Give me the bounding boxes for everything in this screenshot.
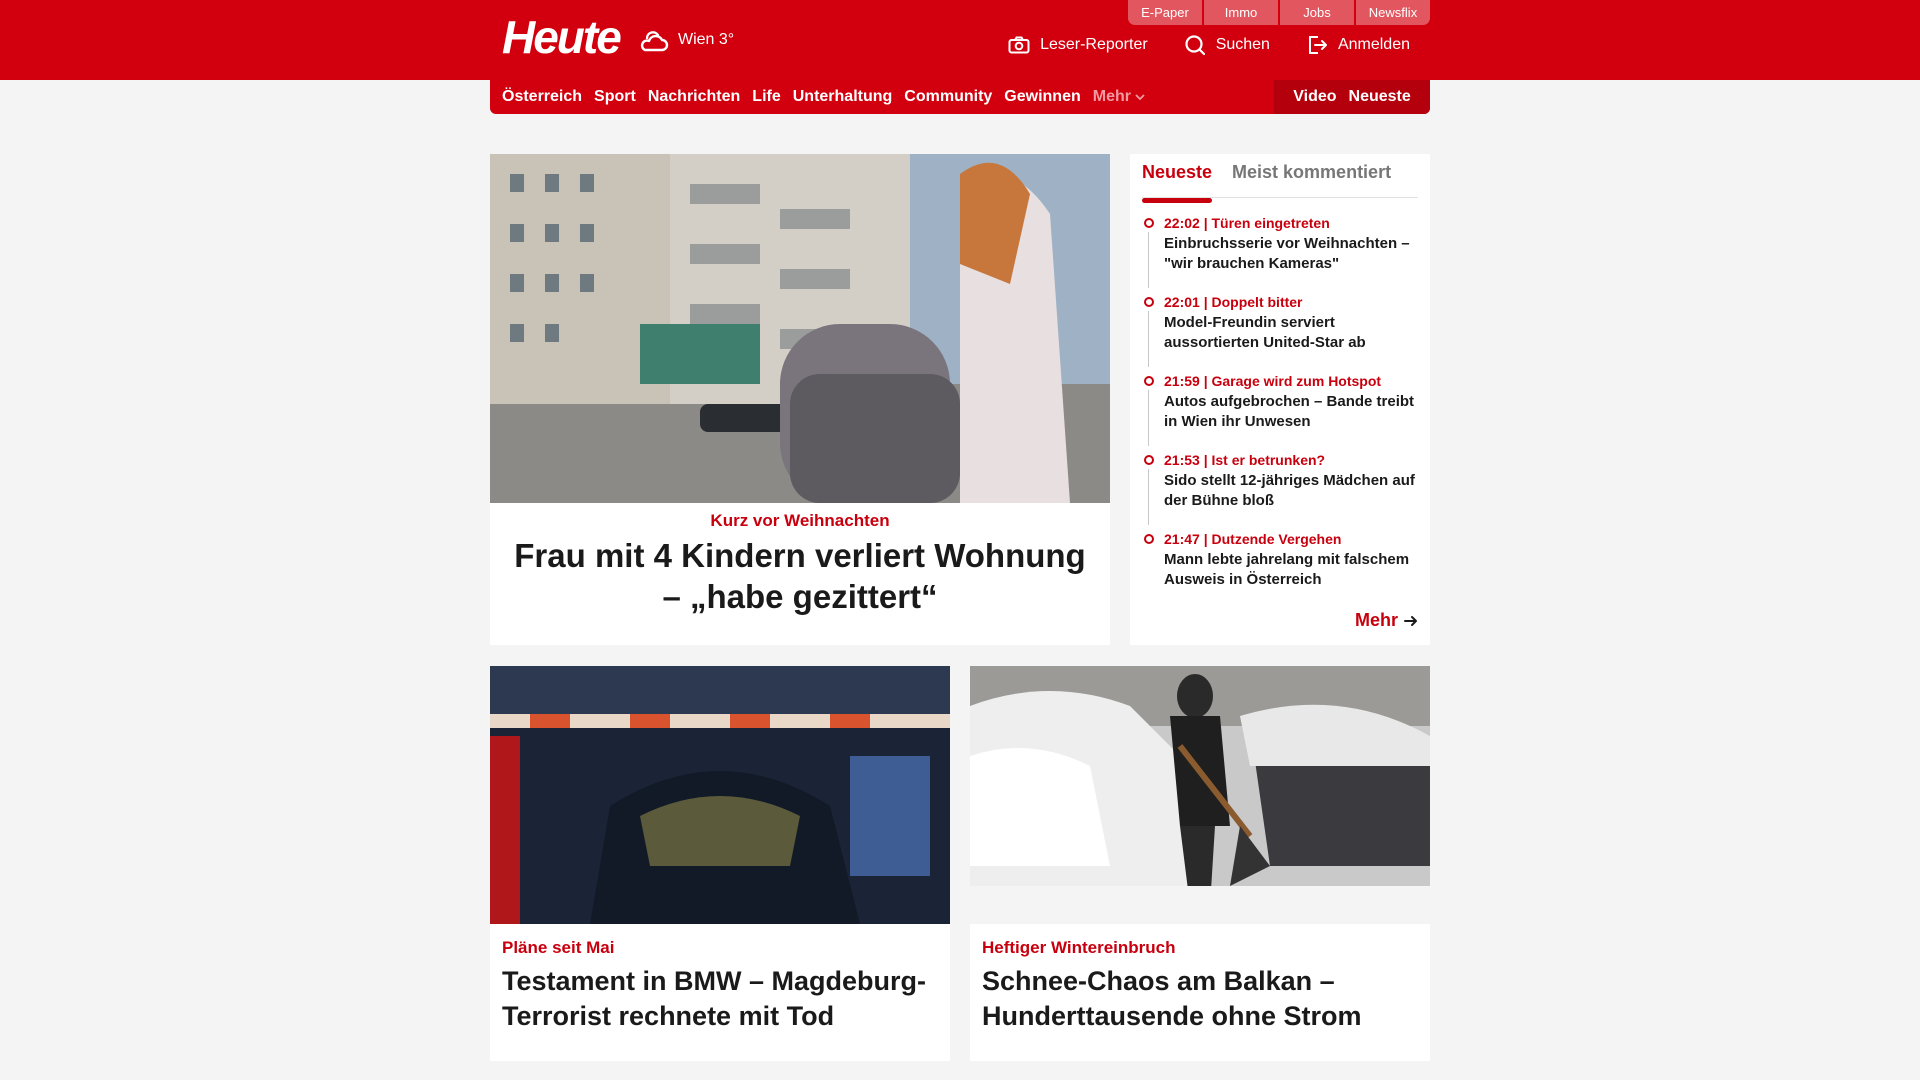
login-button[interactable]: Anmelden: [1306, 34, 1410, 56]
header: Heute Wien 3° E-Paper Immo Jobs Newsflix…: [490, 0, 1430, 80]
nav-item-oesterreich[interactable]: Österreich: [502, 88, 582, 106]
cloud-sun-icon: [640, 31, 669, 52]
article-card[interactable]: Heftiger Wintereinbruch Schnee-Chaos am …: [970, 666, 1430, 1061]
tab-neueste[interactable]: Neueste: [1142, 162, 1213, 203]
arrow-right-icon: [1404, 615, 1417, 626]
card-kicker: Heftiger Wintereinbruch: [982, 938, 1176, 957]
list-item[interactable]: 21:59 | Garage wird zum Hotspot Autos au…: [1142, 372, 1418, 451]
camera-icon: [1008, 36, 1030, 54]
timeline-line: [1148, 390, 1149, 446]
weather-text: Wien 3°: [678, 31, 735, 48]
timeline-line: [1148, 469, 1149, 525]
nav-right-group: Video Neueste: [1274, 80, 1430, 114]
search-button[interactable]: Suchen: [1184, 34, 1270, 56]
utility-link-jobs[interactable]: Jobs: [1280, 0, 1354, 25]
list-item[interactable]: 22:01 | Doppelt bitter Model-Freundin se…: [1142, 293, 1418, 372]
feed-meta: 22:02 | Türen eingetreten: [1164, 215, 1330, 231]
timeline-dot: [1144, 376, 1154, 386]
utility-link-newsflix[interactable]: Newsflix: [1356, 0, 1430, 25]
timeline-line: [1148, 232, 1149, 288]
nav-more-menu[interactable]: Mehr: [1093, 88, 1145, 106]
news-feed: 22:02 | Türen eingetreten Einbruchsserie…: [1142, 214, 1418, 609]
feed-meta: 21:53 | Ist er betrunken?: [1164, 452, 1326, 468]
site-logo[interactable]: Heute: [502, 14, 622, 60]
nav-more-label: Mehr: [1092, 88, 1131, 105]
header-actions: Leser-Reporter Suchen Anmelden: [1008, 34, 1410, 56]
hero-image[interactable]: [490, 154, 1110, 503]
chevron-down-icon: [1135, 94, 1145, 101]
nav-item-community[interactable]: Community: [904, 88, 992, 106]
nav-item-nachrichten[interactable]: Nachrichten: [648, 88, 740, 106]
timeline-dot: [1144, 297, 1154, 307]
login-icon: [1308, 36, 1327, 54]
nav-item-sport[interactable]: Sport: [594, 88, 636, 106]
feed-title[interactable]: Mann lebte jahrelang mit falschem Auswei…: [1164, 550, 1418, 590]
nav-item-life[interactable]: Life: [752, 88, 780, 106]
feed-meta: 22:01 | Doppelt bitter: [1164, 294, 1303, 310]
nav-item-gewinnen[interactable]: Gewinnen: [1004, 88, 1080, 106]
hero-title[interactable]: Frau mit 4 Kindern verliert Wohnung – „h…: [504, 535, 1096, 617]
timeline-line: [1148, 311, 1149, 367]
search-icon: [1185, 35, 1205, 56]
list-item[interactable]: 21:47 | Dutzende Vergehen Mann lebte jah…: [1142, 530, 1418, 609]
list-item[interactable]: 21:53 | Ist er betrunken? Sido stellt 12…: [1142, 451, 1418, 530]
nav-item-unterhaltung[interactable]: Unterhaltung: [793, 88, 893, 106]
card-image-bmw[interactable]: [490, 666, 950, 924]
feed-meta: 21:47 | Dutzende Vergehen: [1164, 531, 1342, 547]
card-kicker: Pläne seit Mai: [502, 938, 615, 957]
feed-title[interactable]: Einbruchsserie vor Weihnachten – "wir br…: [1164, 234, 1418, 274]
latest-news-sidebar: Neueste Meist kommentiert 22:02 | Türen …: [1130, 154, 1430, 645]
main-nav: Österreich Sport Nachrichten Life Unterh…: [490, 80, 1430, 114]
login-label: Anmelden: [1337, 36, 1410, 53]
card-title[interactable]: Schnee-Chaos am Balkan – Hunderttausende…: [982, 964, 1418, 1034]
utility-links: E-Paper Immo Jobs Newsflix: [1128, 0, 1430, 25]
feed-title[interactable]: Sido stellt 12-jähriges Mädchen auf der …: [1164, 471, 1418, 511]
hero-kicker: Kurz vor Weihnachten: [710, 511, 890, 530]
tab-meist-kommentiert[interactable]: Meist kommentiert: [1232, 162, 1391, 197]
card-title[interactable]: Testament in BMW – Magdeburg-Terrorist r…: [502, 964, 938, 1034]
hero-article[interactable]: Kurz vor Weihnachten Frau mit 4 Kindern …: [490, 154, 1110, 645]
sidebar-more-link[interactable]: Mehr: [1355, 610, 1418, 631]
nav-item-neueste[interactable]: Neueste: [1349, 88, 1411, 106]
weather-widget[interactable]: Wien 3°: [638, 26, 734, 54]
article-card[interactable]: Pläne seit Mai Testament in BMW – Magdeb…: [490, 666, 950, 1061]
feed-title[interactable]: Model-Freundin serviert aussortierten Un…: [1164, 313, 1418, 353]
utility-link-epaper[interactable]: E-Paper: [1128, 0, 1202, 25]
leser-reporter-button[interactable]: Leser-Reporter: [1008, 34, 1148, 56]
sidebar-tabs: Neueste Meist kommentiert: [1142, 154, 1418, 203]
feed-meta: 21:59 | Garage wird zum Hotspot: [1164, 373, 1382, 389]
timeline-dot: [1144, 455, 1154, 465]
list-item[interactable]: 22:02 | Türen eingetreten Einbruchsserie…: [1142, 214, 1418, 293]
feed-title[interactable]: Autos aufgebrochen – Bande treibt in Wie…: [1164, 392, 1418, 432]
timeline-dot: [1144, 534, 1154, 544]
timeline-dot: [1144, 218, 1154, 228]
sidebar-more-label: Mehr: [1354, 610, 1398, 630]
nav-item-video[interactable]: Video: [1293, 88, 1336, 106]
search-label: Suchen: [1215, 36, 1270, 53]
card-image-snow[interactable]: [970, 666, 1430, 924]
leser-reporter-label: Leser-Reporter: [1040, 36, 1148, 53]
utility-link-immo[interactable]: Immo: [1204, 0, 1278, 25]
